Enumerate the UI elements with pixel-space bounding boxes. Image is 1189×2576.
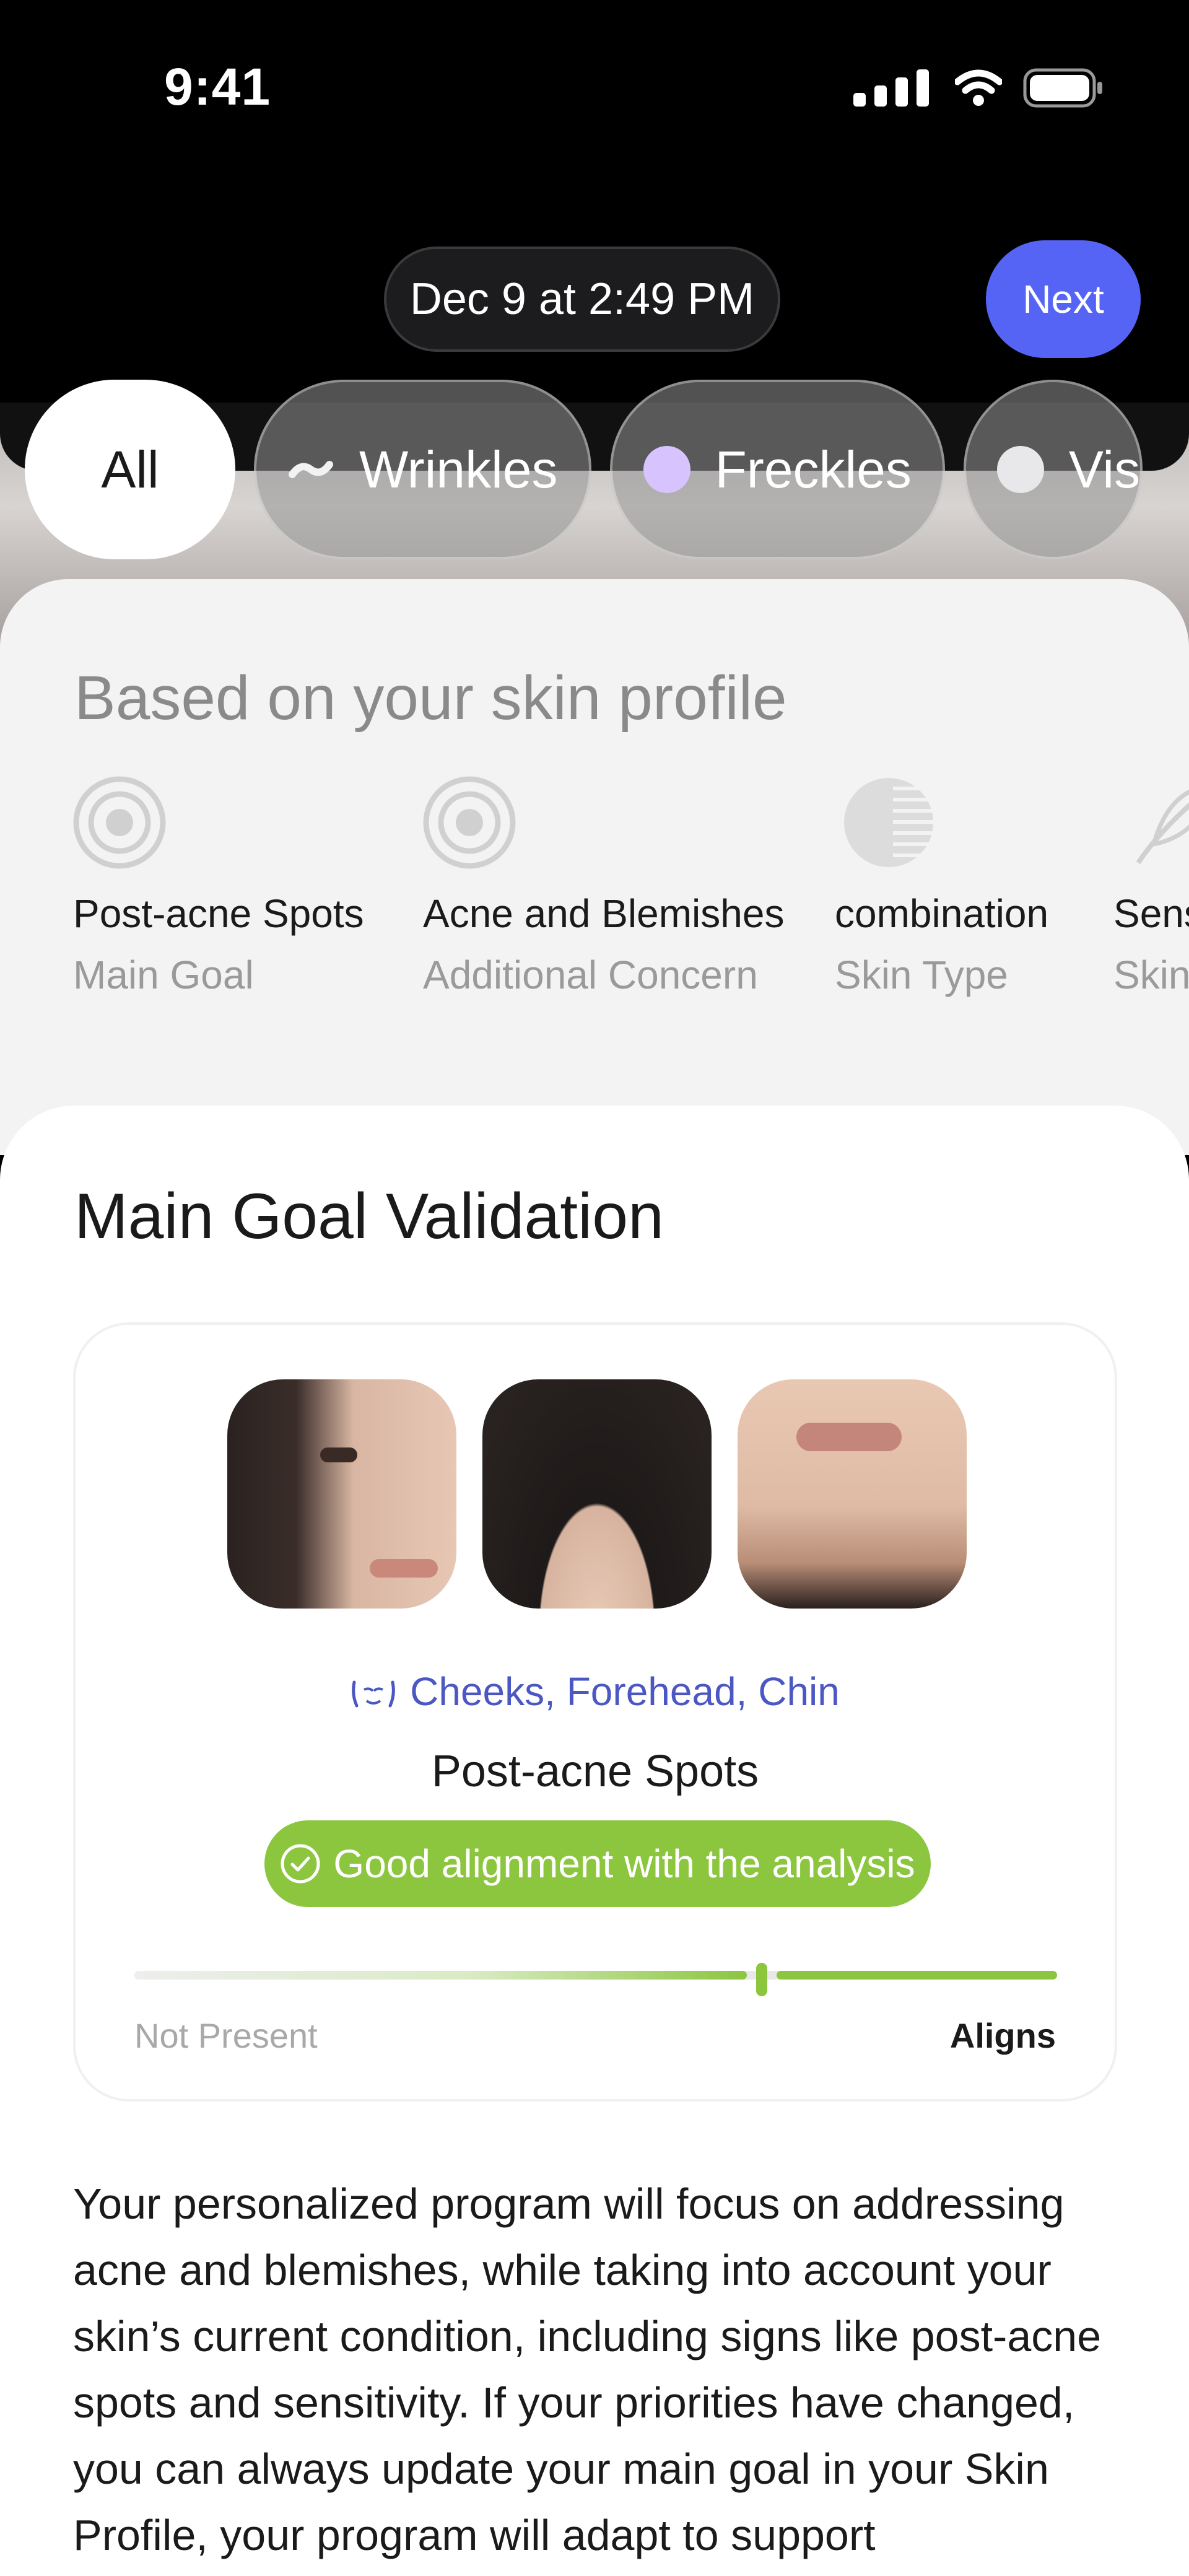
status-bar: 9:41 <box>0 0 1189 173</box>
feather-icon <box>1136 789 1189 865</box>
half-circle-icon <box>844 778 933 867</box>
filter-chips: All Wrinkles Freckles Vis <box>25 380 1143 559</box>
profile-item-title: Sens <box>1113 891 1189 936</box>
profile-item-subtitle: Skin <box>1113 953 1189 997</box>
face-photo-forehead[interactable] <box>482 1379 712 1609</box>
filter-chip-label: Vis <box>1068 440 1141 499</box>
profile-item-title: Post-acne Spots <box>73 891 364 936</box>
alignment-badge-label: Good alignment with the analysis <box>333 1841 915 1886</box>
spot-dot-icon <box>996 446 1044 493</box>
alignment-scale <box>134 1963 1057 1996</box>
face-zones: Cheeks, Forehead, Chin <box>76 1669 1115 1714</box>
profile-item-subtitle: Main Goal <box>73 953 254 997</box>
date-pill[interactable]: Dec 9 at 2:49 PM <box>384 247 780 352</box>
alignment-badge: Good alignment with the analysis <box>264 1820 931 1907</box>
filter-chip-all[interactable]: All <box>25 380 235 559</box>
filter-chip-label: All <box>101 440 159 499</box>
skin-profile-card: Based on your skin profile Post-acne Spo… <box>0 579 1189 1155</box>
profile-item-skin-type[interactable]: combination Skin Type <box>835 776 1113 998</box>
status-time: 9:41 <box>164 58 271 116</box>
wifi-icon <box>955 69 1002 106</box>
profile-item-subtitle: Additional Concern <box>423 953 758 997</box>
profile-item-title: combination <box>835 891 1049 936</box>
program-description: Your personalized program will focus on … <box>73 2180 1102 2559</box>
scale-max-label: Aligns <box>949 2016 1056 2055</box>
wrinkle-icon <box>289 461 333 478</box>
main-goal-card: Main Goal Validation Cheeks, Forehead, C… <box>0 1106 1189 2576</box>
filter-chip-wrinkles[interactable]: Wrinkles <box>254 380 591 559</box>
goal-name: Post-acne Spots <box>431 1747 759 1796</box>
next-button[interactable]: Next <box>986 240 1141 358</box>
skin-profile-heading: Based on your skin profile <box>74 663 787 733</box>
profile-item-additional-concern[interactable]: Acne and Blemishes Additional Concern <box>423 776 835 998</box>
profile-item-subtitle: Skin Type <box>835 953 1008 997</box>
main-goal-title: Main Goal Validation <box>74 1181 664 1252</box>
filter-chip-freckles[interactable]: Freckles <box>609 380 945 559</box>
face-zones-icon <box>352 1680 395 1708</box>
profile-item-title: Acne and Blemishes <box>423 891 785 936</box>
filter-chip-label: Freckles <box>715 440 912 499</box>
validation-box: Cheeks, Forehead, Chin Post-acne Spots G… <box>73 1322 1117 2102</box>
scale-fill-right <box>777 1971 1057 1980</box>
filter-chip-label: Wrinkles <box>359 440 558 499</box>
face-photo-chin[interactable] <box>738 1379 967 1609</box>
battery-icon <box>1023 68 1102 108</box>
target-icon <box>423 776 516 869</box>
profile-item-sensitivity[interactable]: Sens Skin <box>1113 776 1189 998</box>
filter-chip-visible[interactable]: Vis <box>963 380 1143 559</box>
scale-fill-left <box>134 1971 747 1980</box>
check-circle-icon <box>281 1844 320 1884</box>
cellular-signal-icon <box>853 69 929 107</box>
face-thumbnails <box>227 1379 967 1609</box>
scale-min-label: Not Present <box>134 2016 318 2055</box>
target-icon <box>73 776 166 869</box>
status-icons <box>853 68 1104 108</box>
face-zones-label: Cheeks, Forehead, Chin <box>410 1669 840 1714</box>
face-photo-cheek[interactable] <box>227 1379 456 1609</box>
profile-item-main-goal[interactable]: Post-acne Spots Main Goal <box>73 776 423 998</box>
freckle-dot-icon <box>643 446 690 493</box>
scale-marker <box>756 1963 767 1996</box>
skin-profile-items: Post-acne Spots Main Goal Acne and Blemi… <box>73 776 1189 998</box>
